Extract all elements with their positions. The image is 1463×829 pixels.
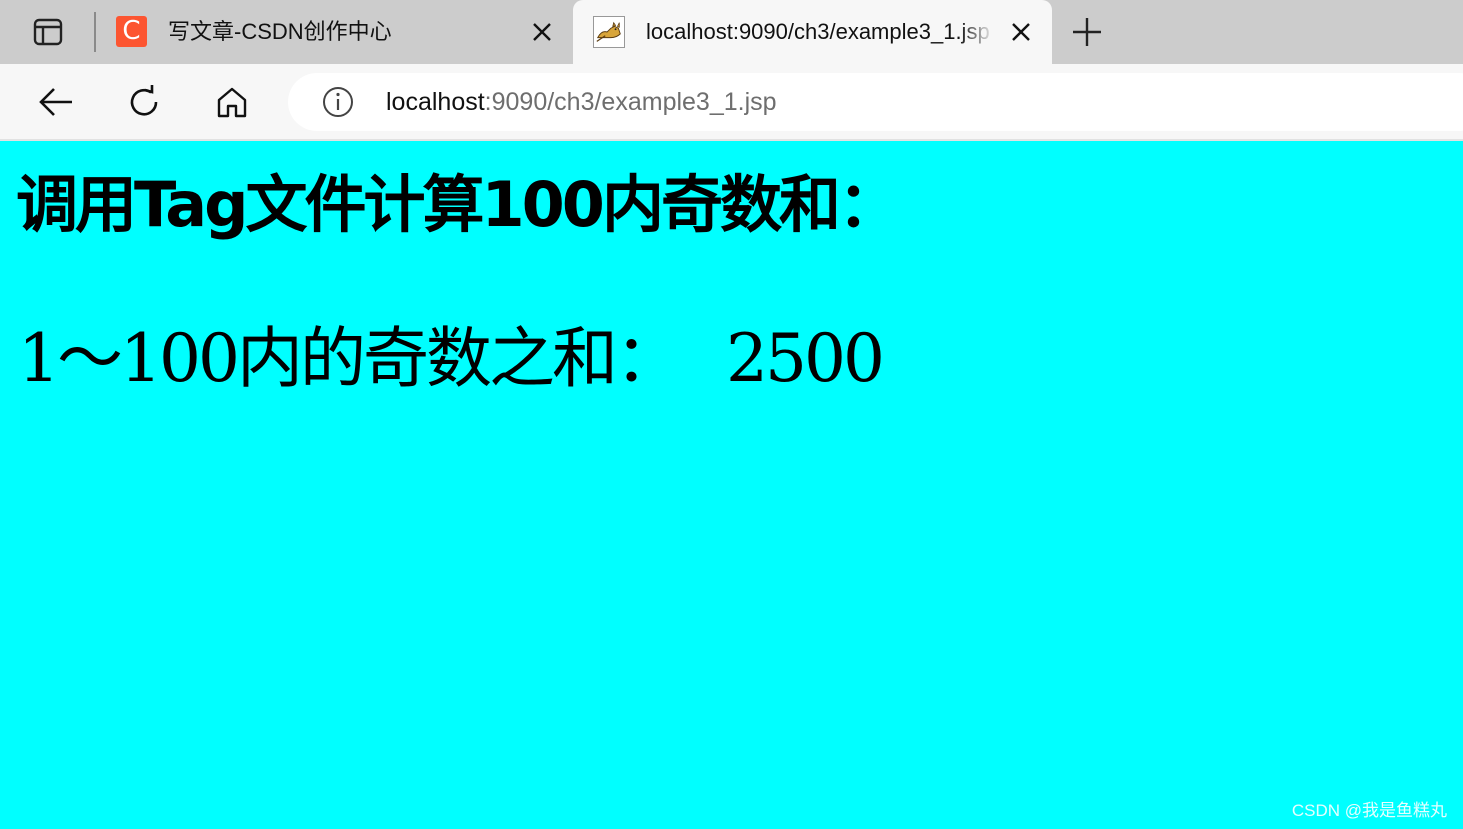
watermark: CSDN @我是鱼糕丸 bbox=[1291, 801, 1447, 820]
tab-actions-button[interactable] bbox=[28, 14, 68, 50]
close-icon[interactable] bbox=[530, 20, 554, 44]
home-button[interactable] bbox=[210, 80, 254, 124]
new-tab-button[interactable] bbox=[1068, 14, 1106, 50]
reload-icon bbox=[130, 85, 158, 116]
tab-separator bbox=[94, 12, 96, 52]
back-button[interactable] bbox=[34, 80, 78, 124]
page-heading: 调用Tag文件计算100内奇数和： bbox=[16, 168, 900, 241]
url-path: :9090/ch3/example3_1.jsp bbox=[484, 88, 777, 116]
reload-button[interactable] bbox=[122, 80, 166, 124]
tab-actions-icon bbox=[33, 18, 63, 46]
tab-title: localhost:9090/ch3/example3_1.jsp bbox=[646, 19, 990, 44]
tab-csdn[interactable]: C 写文章-CSDN创作中心 bbox=[104, 0, 570, 64]
csdn-favicon-icon: C bbox=[116, 16, 147, 47]
address-bar[interactable]: localhost:9090/ch3/example3_1.jsp bbox=[288, 73, 1463, 131]
result-line: 1～100内的奇数之和： 2500 bbox=[18, 319, 885, 399]
page-content: 调用Tag文件计算100内奇数和： 1～100内的奇数之和： 2500 CSDN … bbox=[0, 141, 1463, 829]
close-icon[interactable] bbox=[1009, 20, 1033, 44]
plus-icon bbox=[1073, 18, 1101, 46]
home-icon bbox=[217, 87, 247, 118]
browser-toolbar: localhost:9090/ch3/example3_1.jsp bbox=[0, 64, 1463, 140]
tab-strip: C 写文章-CSDN创作中心 localhost:9090/ch3/exampl… bbox=[0, 0, 1463, 64]
arrow-left-icon bbox=[39, 88, 72, 116]
tab-localhost[interactable]: localhost:9090/ch3/example3_1.jsp bbox=[573, 0, 1052, 64]
tab-title: 写文章-CSDN创作中心 bbox=[168, 19, 392, 44]
url-host: localhost bbox=[386, 88, 485, 116]
info-icon[interactable] bbox=[322, 86, 354, 118]
url-text[interactable]: localhost:9090/ch3/example3_1.jsp bbox=[386, 73, 777, 131]
result-value: 2500 bbox=[725, 320, 885, 397]
result-label: 1～100内的奇数之和： bbox=[18, 320, 681, 397]
tomcat-favicon-icon bbox=[593, 16, 625, 48]
